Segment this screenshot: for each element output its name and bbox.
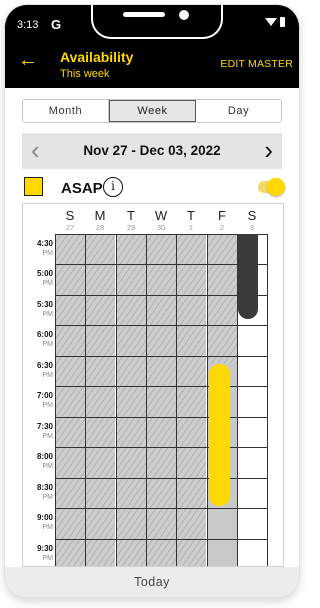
day-column-past	[207, 234, 237, 363]
day-letter: S	[247, 208, 257, 223]
time-label: 8:00 PM	[23, 452, 53, 472]
day-letter: T	[127, 208, 135, 223]
day-date: 2	[219, 223, 225, 232]
app-bar: 3:13 G ← Availability This week EDIT MAS…	[5, 5, 299, 88]
time-value: 5:00	[36, 269, 53, 278]
status-time: 3:13	[17, 19, 39, 31]
time-label: 7:00 PM	[23, 391, 53, 411]
time-label: 8:30 PM	[23, 483, 53, 503]
chevron-right-icon[interactable]: ›	[264, 137, 273, 163]
day-letter: T	[187, 208, 195, 223]
device-notch	[91, 5, 223, 39]
day-date: 29	[126, 223, 136, 232]
grid-line	[146, 234, 147, 566]
speaker-grille	[123, 12, 165, 17]
date-range-label: Nov 27 - Dec 03, 2022	[83, 143, 221, 158]
grid-line	[267, 234, 268, 566]
time-value: 8:30	[36, 483, 53, 492]
date-navigator: ‹ Nov 27 - Dec 03, 2022 ›	[22, 133, 282, 169]
day-date: 30	[156, 223, 166, 232]
view-mode-tabs: Month Week Day	[22, 99, 282, 123]
time-value: 4:30	[36, 239, 53, 248]
day-header-mon: M 28	[85, 208, 115, 233]
phone-frame: 3:13 G ← Availability This week EDIT MAS…	[5, 5, 299, 597]
time-ampm: PM	[42, 250, 54, 257]
grid-line	[116, 234, 117, 566]
time-ampm: PM	[42, 463, 54, 470]
day-date: 3	[249, 223, 255, 232]
day-column-past	[176, 234, 206, 566]
wifi-icon	[265, 18, 277, 26]
asap-label: ASAP	[61, 180, 103, 197]
availability-slot-saturday[interactable]	[238, 234, 258, 319]
time-value: 7:00	[36, 391, 53, 400]
time-value: 6:30	[36, 361, 53, 370]
asap-slot-friday[interactable]	[209, 364, 230, 506]
day-letter: W	[154, 208, 168, 223]
day-header-fri: F 2	[207, 208, 237, 233]
today-button[interactable]: Today	[5, 567, 299, 597]
battery-icon	[280, 17, 285, 27]
time-label: 5:00 PM	[23, 269, 53, 289]
info-icon[interactable]: i	[103, 177, 123, 197]
time-value: 9:30	[36, 544, 53, 553]
time-label: 5:30 PM	[23, 300, 53, 320]
time-value: 6:00	[36, 330, 53, 339]
page-subtitle: This week	[60, 68, 110, 80]
day-letter: F	[218, 208, 226, 223]
time-ampm: PM	[42, 524, 54, 531]
time-label: 7:30 PM	[23, 422, 53, 442]
day-header-thu: T 1	[176, 208, 206, 233]
time-label: 4:30 PM	[23, 239, 53, 259]
toggle-knob[interactable]	[267, 178, 285, 196]
time-ampm: PM	[42, 402, 54, 409]
day-header-tue: T 29	[116, 208, 146, 233]
time-value: 9:00	[36, 513, 53, 522]
page-title: Availability	[60, 49, 134, 65]
time-value: 8:00	[36, 452, 53, 461]
time-label: 6:30 PM	[23, 361, 53, 381]
asap-color-swatch	[24, 177, 43, 196]
day-letter: M	[94, 208, 106, 223]
grid-line	[207, 234, 208, 566]
day-header-sun: S 27	[55, 208, 85, 233]
time-value: 5:30	[36, 300, 53, 309]
time-ampm: PM	[42, 494, 54, 501]
week-calendar: S 27 M 28 T 29 W 30 T 1 F 2 S 3 4:30 PM …	[22, 203, 284, 567]
status-icons	[265, 17, 285, 27]
day-column-past	[116, 234, 146, 566]
edit-master-button[interactable]: EDIT MASTER	[220, 58, 293, 70]
camera-dot	[179, 10, 189, 20]
day-date: 28	[95, 223, 105, 232]
day-header-wed: W 30	[146, 208, 176, 233]
day-column-past	[85, 234, 115, 566]
grid-line	[55, 234, 56, 566]
day-header-sat: S 3	[237, 208, 267, 233]
tab-day[interactable]: Day	[196, 100, 281, 122]
time-label: 6:00 PM	[23, 330, 53, 350]
day-column-past	[146, 234, 176, 566]
tab-week[interactable]: Week	[109, 100, 196, 122]
time-ampm: PM	[42, 341, 54, 348]
day-column-past	[55, 234, 85, 566]
time-label: 9:00 PM	[23, 513, 53, 533]
time-label: 9:30 PM	[23, 544, 53, 564]
grid-line	[85, 234, 86, 566]
grid-line	[176, 234, 177, 566]
time-ampm: PM	[42, 433, 54, 440]
day-letter: S	[65, 208, 75, 223]
time-ampm: PM	[42, 555, 54, 562]
day-date: 27	[65, 223, 75, 232]
time-ampm: PM	[42, 280, 54, 287]
day-date: 1	[188, 223, 194, 232]
tab-month[interactable]: Month	[23, 100, 109, 122]
google-icon: G	[51, 17, 62, 32]
time-value: 7:30	[36, 422, 53, 431]
time-ampm: PM	[42, 311, 54, 318]
time-ampm: PM	[42, 372, 54, 379]
back-arrow-icon[interactable]: ←	[18, 50, 38, 70]
calendar-grid[interactable]	[55, 234, 268, 566]
